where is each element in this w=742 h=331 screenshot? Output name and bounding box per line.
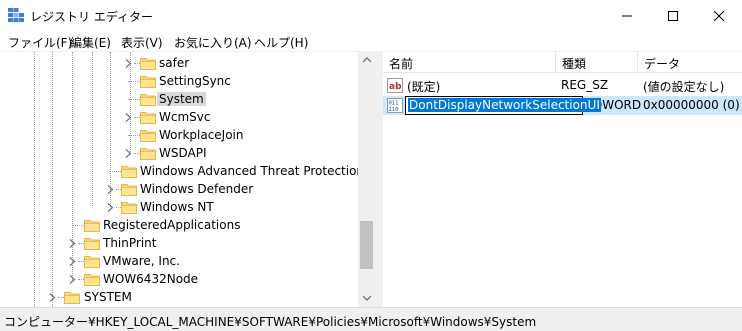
svg-text:011: 011 [389, 101, 399, 107]
tree-guide-line [109, 171, 121, 172]
tree-node[interactable]: SYSTEM [0, 288, 358, 306]
tree-node-label[interactable]: Windows Advanced Threat Protection [140, 164, 364, 178]
tree-node-label[interactable]: SYSTEM [84, 290, 132, 304]
folder-icon [140, 112, 156, 124]
status-bar: コンピューター¥HKEY_LOCAL_MACHINE¥SOFTWARE¥Poli… [0, 307, 742, 331]
svg-text:ab: ab [389, 82, 402, 92]
string-value-icon: ab [387, 78, 403, 93]
scroll-down-icon[interactable] [363, 295, 371, 301]
tree-node[interactable]: SettingSync [0, 72, 358, 90]
minimize-button[interactable] [604, 0, 650, 31]
menu-help[interactable]: ヘルプ(H) [254, 34, 308, 51]
folder-icon [140, 148, 156, 160]
tree-node[interactable]: ThinPrint [0, 234, 358, 252]
menu-edit[interactable]: 編集(E) [70, 34, 111, 51]
chevron-right-icon[interactable] [68, 239, 77, 248]
tree-node[interactable]: WOW6432Node [0, 270, 358, 288]
tree-guide-line [128, 135, 140, 136]
folder-icon [140, 130, 156, 142]
folder-icon [84, 274, 100, 286]
status-path: コンピューター¥HKEY_LOCAL_MACHINE¥SOFTWARE¥Poli… [4, 315, 537, 329]
tree-node-label[interactable]: SettingSync [159, 74, 231, 88]
column-header-data[interactable]: データ [638, 52, 742, 73]
chevron-right-icon[interactable] [124, 149, 133, 158]
list-item[interactable]: 011 110 DWORD 0x00000000 (0) DontDisplay… [383, 96, 742, 115]
tree-guide-line [72, 225, 84, 226]
tree-node[interactable]: System [0, 90, 358, 108]
tree-node[interactable]: Windows Advanced Threat Protection [0, 162, 364, 180]
svg-text:110: 110 [389, 107, 399, 113]
pane-splitter[interactable] [376, 52, 383, 307]
value-name: (既定) [407, 80, 441, 94]
tree-node-label[interactable]: safer [159, 56, 189, 70]
tree-node-label[interactable]: WSDAPI [159, 146, 207, 160]
tree-node[interactable]: WcmSvc [0, 108, 358, 126]
folder-icon [121, 166, 137, 178]
tree-node[interactable]: safer [0, 54, 358, 72]
folder-icon [140, 94, 156, 106]
folder-icon [84, 220, 100, 232]
tree-node-label[interactable]: ThinPrint [103, 236, 156, 250]
column-header-name[interactable]: 名前 [383, 52, 556, 73]
title-bar: レジストリ エディター [0, 0, 742, 31]
tree-guide-line [128, 99, 140, 100]
tree-node[interactable]: Windows Defender [0, 180, 358, 198]
minimize-icon [622, 15, 632, 17]
value-data: (値の設定なし) [643, 80, 725, 94]
scroll-up-icon[interactable] [363, 57, 371, 63]
menu-view[interactable]: 表示(V) [121, 34, 163, 51]
tree-node-label[interactable]: Windows NT [140, 200, 214, 214]
chevron-right-icon[interactable] [124, 59, 133, 68]
chevron-right-icon[interactable] [68, 257, 77, 266]
folder-icon [121, 184, 137, 196]
tree-node[interactable]: WorkplaceJoin [0, 126, 358, 144]
tree-node[interactable]: RegisteredApplications [0, 216, 358, 234]
registry-values-list[interactable]: 名前 種類 データ ab (既定) REG_SZ (値の設定なし) 011 11… [383, 52, 742, 307]
tree-node-label[interactable]: RegisteredApplications [103, 218, 240, 232]
tree-node-label[interactable]: VMware, Inc. [103, 254, 180, 268]
list-item[interactable]: ab (既定) REG_SZ (値の設定なし) [383, 76, 742, 95]
chevron-right-icon[interactable] [68, 275, 77, 284]
dword-value-icon: 011 110 [387, 98, 403, 113]
tree-vertical-scrollbar[interactable] [358, 52, 376, 307]
value-data: 0x00000000 (0) [643, 98, 740, 112]
rename-selected-text: DontDisplayNetworkSelectionUI [408, 98, 601, 112]
maximize-button[interactable] [650, 0, 696, 31]
menu-bar: ファイル(F) 編集(E) 表示(V) お気に入り(A) ヘルプ(H) [0, 31, 742, 52]
tree-node-label[interactable]: System [157, 92, 206, 106]
tree-node-label[interactable]: Windows Defender [140, 182, 253, 196]
folder-icon [84, 238, 100, 250]
list-header: 名前 種類 データ [383, 52, 742, 73]
maximize-icon [668, 11, 678, 21]
close-button[interactable] [696, 0, 742, 31]
tree-node-label[interactable]: WorkplaceJoin [159, 128, 244, 142]
chevron-right-icon[interactable] [106, 185, 115, 194]
chevron-right-icon[interactable] [124, 113, 133, 122]
folder-icon [140, 76, 156, 88]
folder-icon [140, 58, 156, 70]
tree-node-label[interactable]: WcmSvc [159, 110, 210, 124]
registry-key-tree[interactable]: safer SettingSync System WcmSvc WorkplaceJoi… [0, 52, 376, 307]
tree-node[interactable]: WSDAPI [0, 144, 358, 162]
chevron-right-icon[interactable] [48, 293, 57, 302]
tree-node-label[interactable]: WOW6432Node [103, 272, 198, 286]
chevron-right-icon[interactable] [106, 203, 115, 212]
tree-guide-line [128, 81, 140, 82]
column-header-type[interactable]: 種類 [556, 52, 638, 73]
scrollbar-thumb[interactable] [360, 221, 373, 269]
tree-node[interactable]: VMware, Inc. [0, 252, 358, 270]
close-icon [713, 10, 725, 22]
menu-file[interactable]: ファイル(F) [8, 34, 72, 51]
menu-favorites[interactable]: お気に入り(A) [174, 34, 252, 51]
folder-icon [64, 292, 80, 304]
registry-editor-icon [8, 8, 24, 22]
folder-icon [84, 256, 100, 268]
folder-icon [121, 202, 137, 214]
tree-node[interactable]: Windows NT [0, 198, 358, 216]
value-type: REG_SZ [561, 78, 609, 92]
window-title: レジストリ エディター [30, 10, 153, 24]
rename-input[interactable]: DontDisplayNetworkSelectionUI [405, 96, 601, 115]
